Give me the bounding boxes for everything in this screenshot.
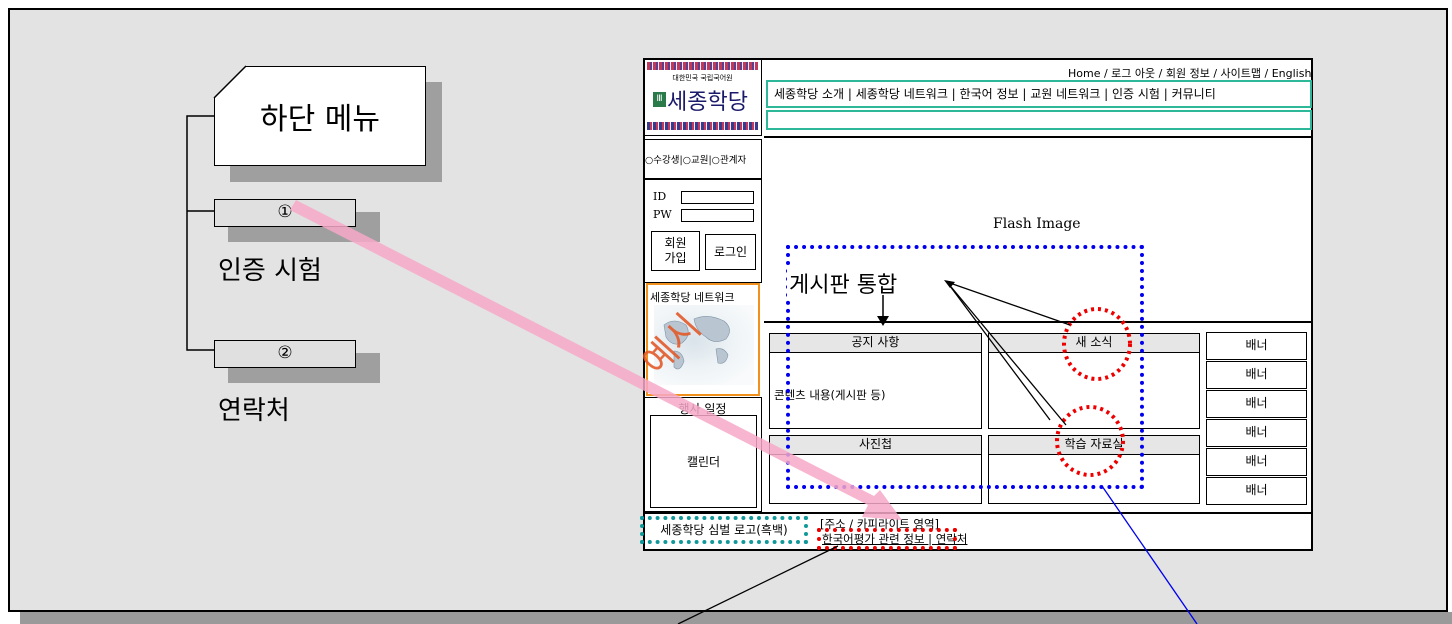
study-callout-line <box>1101 485 1198 624</box>
study-highlight-circle <box>1055 405 1125 477</box>
merge-pointer-study-alt <box>946 281 1051 421</box>
news-highlight-circle <box>1062 307 1132 381</box>
annotation-overlay <box>290 200 1198 624</box>
pink-arrow <box>290 200 902 520</box>
down-arrowhead-icon <box>877 316 889 326</box>
footer-callout-line <box>677 545 839 624</box>
